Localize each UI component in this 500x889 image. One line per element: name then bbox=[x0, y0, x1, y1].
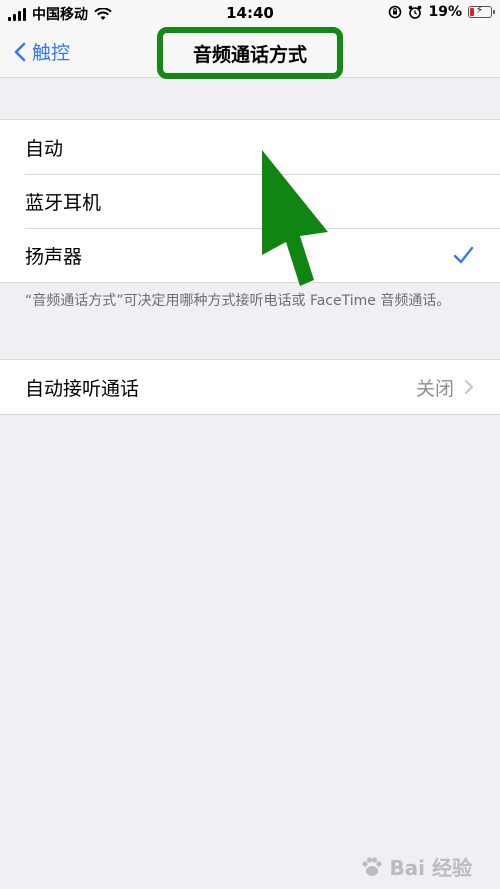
option-auto[interactable]: 自动 bbox=[0, 120, 500, 174]
battery-percent: 19% bbox=[428, 4, 462, 20]
option-label: 扬声器 bbox=[25, 245, 83, 268]
option-speaker[interactable]: 扬声器 bbox=[0, 228, 500, 282]
paw-logo-icon bbox=[362, 856, 383, 876]
option-bluetooth-headset[interactable]: 蓝牙耳机 bbox=[0, 174, 500, 228]
auto-answer-row[interactable]: 自动接听通话 关闭 bbox=[0, 360, 500, 414]
status-bar: 中国移动 14:40 19% ⚡ bbox=[0, 0, 500, 26]
watermark-text: Bai 经验 bbox=[389, 856, 472, 880]
auto-answer-group: 自动接听通话 关闭 bbox=[0, 359, 500, 415]
back-label: 触控 bbox=[32, 42, 71, 64]
audio-route-options: 自动 蓝牙耳机 扬声器 bbox=[0, 119, 500, 283]
rotation-lock-icon bbox=[389, 5, 402, 19]
status-right: 19% ⚡ bbox=[388, 4, 495, 20]
checkmark-icon bbox=[453, 246, 474, 264]
auto-answer-value: 关闭 bbox=[415, 377, 454, 400]
alarm-icon bbox=[409, 5, 422, 19]
watermark: Bai 经验 bbox=[359, 852, 472, 881]
chevron-left-icon bbox=[14, 42, 26, 61]
battery-icon: ⚡ bbox=[468, 5, 495, 18]
option-label: 自动 bbox=[25, 137, 64, 160]
auto-answer-label: 自动接听通话 bbox=[25, 377, 140, 400]
back-button[interactable]: 触控 bbox=[14, 38, 70, 65]
option-label: 蓝牙耳机 bbox=[25, 191, 102, 214]
title-highlight-frame: 音频通话方式 bbox=[157, 27, 343, 79]
page-title: 音频通话方式 bbox=[192, 43, 307, 66]
chevron-right-icon bbox=[465, 380, 473, 394]
navigation-bar: 触控 音频通话方式 bbox=[0, 26, 500, 79]
footnote-text: “音频通话方式”可决定用哪种方式接听电话或 FaceTime 音频通话。 bbox=[25, 293, 451, 309]
